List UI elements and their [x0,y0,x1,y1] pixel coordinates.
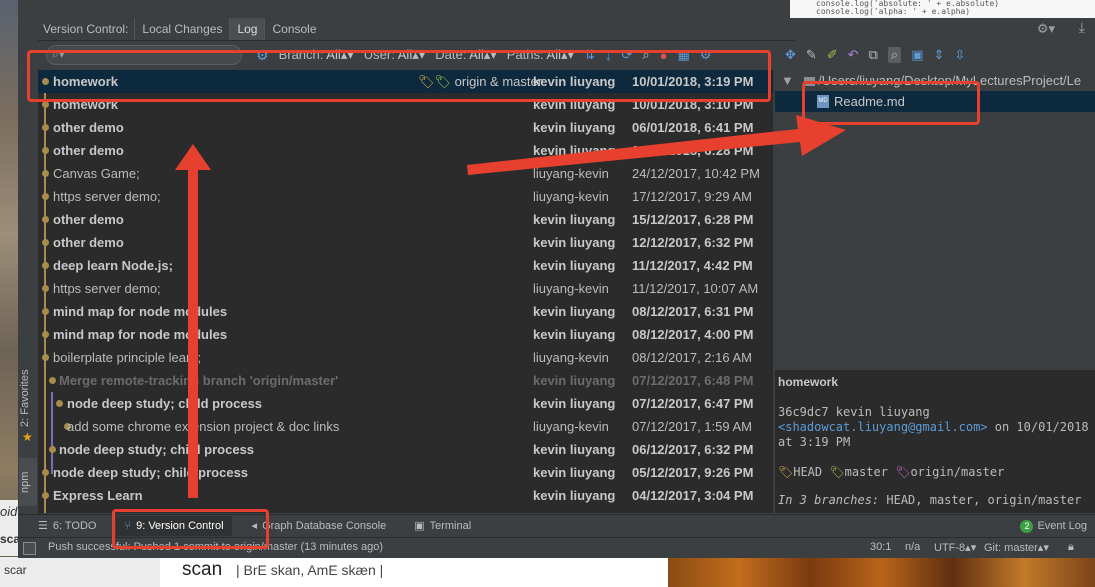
annotation-arrow-up [175,144,211,498]
annotation-arrows [175,115,846,498]
annotation-arrow-right [467,115,846,175]
